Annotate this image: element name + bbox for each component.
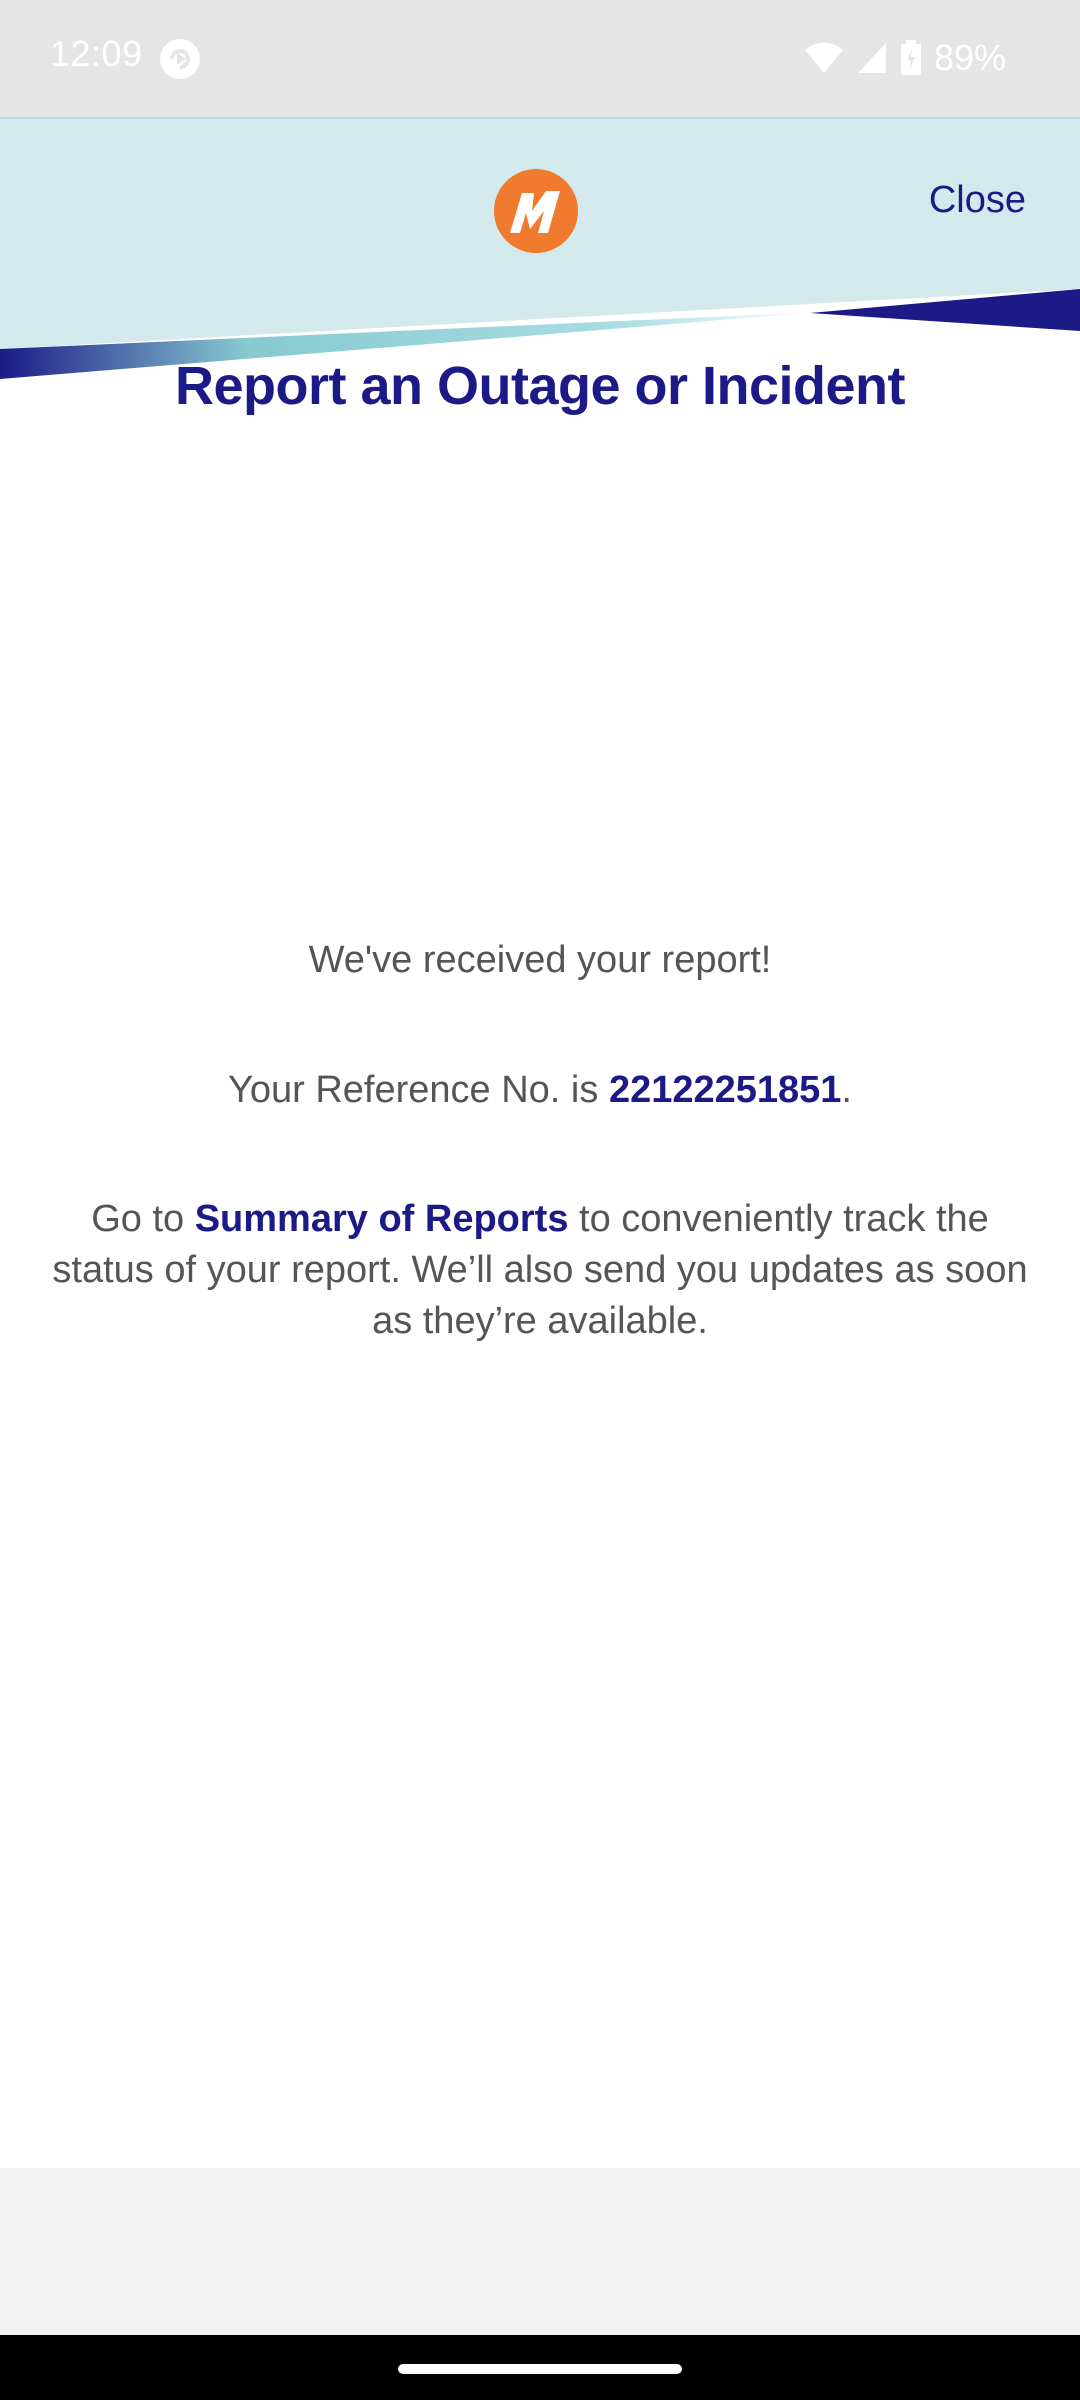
reference-suffix: . [841,1069,852,1111]
page-title: Report an Outage or Incident [174,356,906,416]
battery-percentage: 89% [933,37,1006,78]
summary-prefix: Go to [91,1198,195,1240]
wifi-icon [804,42,843,73]
footer-area [0,2168,1080,2335]
reference-prefix: Your Reference No. is [228,1069,609,1111]
app-notification-icon [160,39,200,79]
header-banner: Close [0,117,1080,379]
status-icons: 89% [804,33,1006,83]
navigation-bar [0,2335,1080,2400]
summary-message: Go to Summary of Reports to conveniently… [40,1194,1040,1347]
status-bar: 12:09 89% [0,0,1080,117]
summary-of-reports-link[interactable]: Summary of Reports [195,1198,569,1240]
reference-number: 22122251851 [608,1069,842,1111]
close-button[interactable]: Close [929,179,1026,222]
status-time: 12:09 [50,33,143,74]
battery-icon [900,40,921,75]
meralco-logo-icon [494,169,578,253]
signal-icon [857,43,886,73]
home-indicator[interactable] [398,2364,682,2374]
received-message: We've received your report! [308,939,772,981]
reference-message: Your Reference No. is 22122251851. [40,1065,1040,1116]
